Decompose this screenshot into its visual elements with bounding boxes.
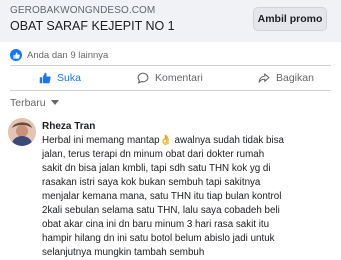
comment-label: Komentari <box>155 72 203 84</box>
sort-label: Terbaru <box>10 97 46 109</box>
share-label: Bagikan <box>276 72 314 84</box>
comment-line: hampir hilang dn ini satu botol belum ab… <box>42 233 275 244</box>
ambil-promo-button[interactable]: Ambil promo <box>253 7 327 31</box>
action-bar: Suka Komentari Bagikan <box>0 67 341 89</box>
like-reaction-icon <box>10 49 22 61</box>
comment-line: sakit dn bisa jalan kmbli, tapi sdh satu… <box>42 163 271 174</box>
like-button[interactable]: Suka <box>39 67 81 89</box>
avatar[interactable] <box>8 118 36 146</box>
comment-line: rasakan istri saya kok bukan sembuh tapi… <box>42 177 261 188</box>
reaction-count: Anda dan 9 lainnya <box>27 49 109 61</box>
reaction-summary[interactable]: Anda dan 9 lainnya <box>10 48 108 62</box>
comment-author[interactable]: Rheza Tran <box>42 121 332 132</box>
thumbs-up-icon <box>39 72 51 84</box>
comment-line: obat akar cina ini dn baru minum 3 hari … <box>42 219 270 230</box>
share-arrow-icon <box>258 73 270 83</box>
chevron-down-icon <box>50 100 59 105</box>
comment-button[interactable]: Komentari <box>137 67 203 89</box>
comment: Rheza Tran Herbal ini memang mantap👌 awa… <box>42 121 332 260</box>
comment-sort-dropdown[interactable]: Terbaru <box>10 97 59 109</box>
ad-card[interactable]: GEROBAKWONGNDESO.COM OBAT SARAF KEJEPIT … <box>0 0 341 42</box>
ad-domain: GEROBAKWONGNDESO.COM <box>10 5 156 16</box>
ad-title: OBAT SARAF KEJEPIT NO 1 <box>10 19 175 33</box>
divider <box>10 65 331 66</box>
divider <box>10 90 331 91</box>
share-button[interactable]: Bagikan <box>258 67 314 89</box>
comment-line: menjalar kemana mana, satu THN itu tiap … <box>42 191 282 202</box>
comment-text: Herbal ini memang mantap👌 awalnya sudah … <box>42 134 332 260</box>
comment-line: Herbal ini memang mantap👌 awalnya sudah … <box>42 135 285 146</box>
comment-bubble-icon <box>137 72 149 84</box>
comment-line: jalan, terus terapi dn minum obat dari d… <box>42 149 265 160</box>
like-label: Suka <box>57 72 81 84</box>
comment-line: 2kali sebulan selama satu THN, lalu saya… <box>42 205 280 216</box>
